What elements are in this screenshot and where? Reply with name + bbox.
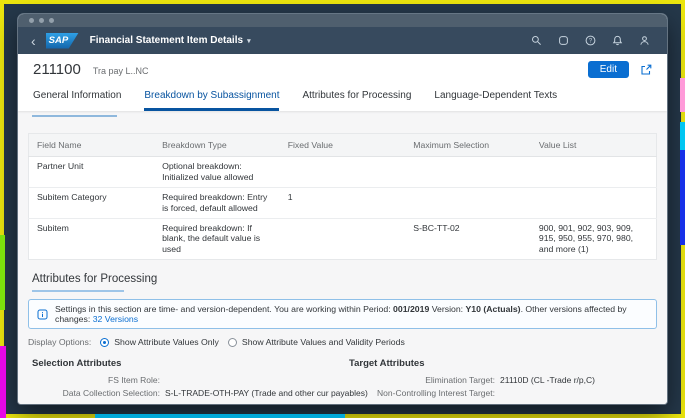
page-header: 211100 Tra pay L..NC Edit General Inform… [18, 54, 667, 111]
window-minimize-button[interactable] [39, 18, 44, 23]
breakdown-table: Field Name Breakdown Type Fixed Value Ma… [28, 133, 657, 261]
cell-breakdown-type: Required breakdown: If blank, the defaul… [154, 218, 280, 261]
cell-fixed-value [279, 218, 406, 261]
shell-header: ‹ SAP Financial Statement Item Details ▾… [18, 27, 667, 54]
window-maximize-button[interactable] [49, 18, 54, 23]
page-title: 211100 [33, 61, 81, 78]
table-row[interactable]: Subitem Required breakdown: If blank, th… [28, 218, 657, 261]
header-actions: Edit [587, 61, 652, 78]
cell-maximum-selection [405, 156, 531, 188]
radio-show-attribute-values-only[interactable]: Show Attribute Values Only [100, 337, 219, 347]
cell-field-name: Partner Unit [28, 156, 155, 188]
tab-breakdown-by-subassignment[interactable]: Breakdown by Subassignment [144, 90, 280, 111]
attributes-columns: Selection Attributes FS Item Role: Data … [28, 358, 657, 404]
field-label: FS Item Role: [108, 375, 160, 386]
versions-link[interactable]: 32 Versions [93, 314, 138, 324]
radio-label: Show Attribute Values Only [114, 337, 219, 348]
info-banner-text: Settings in this section are time- and v… [55, 304, 648, 324]
cell-breakdown-type: Required breakdown: Entry is forced, def… [154, 187, 280, 219]
shell-actions: ? [531, 35, 650, 46]
frame-glitch-strip [680, 78, 685, 112]
field-label: Currency Translation Selection: [28, 402, 160, 405]
app-title: Financial Statement Item Details [89, 35, 244, 46]
banner-text-prefix: Settings in this section are time- and v… [55, 304, 394, 315]
banner-version: Y10 (Actuals) [465, 304, 521, 315]
radio-unselected-icon [227, 337, 237, 347]
app-title-menu[interactable]: Financial Statement Item Details ▾ [90, 35, 251, 46]
cell-field-name: Subitem Category [28, 187, 155, 219]
column-header-value-list: Value List [530, 133, 657, 157]
info-banner: Settings in this section are time- and v… [28, 299, 657, 330]
svg-text:?: ? [589, 38, 593, 45]
field-value [500, 388, 657, 398]
column-header-maximum-selection: Maximum Selection [405, 133, 531, 157]
field-label: Planning Target: [345, 402, 495, 405]
display-options-row: Display Options: Show Attribute Values O… [28, 337, 657, 347]
table-row[interactable]: Partner Unit Optional breakdown: Initial… [28, 156, 657, 188]
section-underline [32, 290, 124, 293]
cell-fixed-value [279, 156, 406, 188]
chevron-down-icon: ▾ [247, 37, 251, 45]
page-content: Field Name Breakdown Type Fixed Value Ma… [18, 111, 667, 404]
cell-fixed-value: 1 [279, 187, 406, 219]
target-attributes-title: Target Attributes [349, 358, 425, 370]
table-row[interactable]: Subitem Category Required breakdown: Ent… [28, 187, 657, 219]
app-window: ‹ SAP Financial Statement Item Details ▾… [18, 14, 667, 404]
field-label: Elimination Target: [425, 375, 495, 386]
column-header-fixed-value: Fixed Value [279, 133, 406, 157]
tab-general-information[interactable]: General Information [33, 90, 121, 111]
copilot-icon[interactable] [558, 35, 569, 46]
banner-mid1: Version: [429, 304, 466, 315]
radio-show-values-and-validity-periods[interactable]: Show Attribute Values and Validity Perio… [227, 337, 405, 348]
field-value: 21110D (CL -Trade r/p,C) [500, 375, 595, 386]
help-icon[interactable]: ? [585, 35, 596, 46]
cell-field-name: Subitem [28, 218, 155, 261]
frame-glitch-strip [680, 150, 685, 245]
field-value [500, 402, 657, 405]
section-title-attributes-for-processing: Attributes for Processing [32, 273, 158, 286]
field-label: Non-Controlling Interest Target: [377, 388, 495, 399]
search-icon[interactable] [531, 35, 542, 46]
cell-maximum-selection: S-BC-TT-02 [405, 218, 531, 261]
tab-language-dependent-texts[interactable]: Language-Dependent Texts [434, 90, 557, 111]
frame-glitch-strip [95, 414, 345, 418]
frame-glitch-strip [680, 122, 685, 150]
tab-bar: General Information Breakdown by Subassi… [33, 90, 652, 111]
radio-selected-icon [100, 337, 110, 347]
frame-glitch-strip [0, 346, 6, 418]
table-header-row: Field Name Breakdown Type Fixed Value Ma… [28, 133, 657, 157]
cell-breakdown-type: Optional breakdown: Initialized value al… [154, 156, 280, 188]
cell-value-list: 900, 901, 902, 903, 909, 915, 950, 955, … [530, 218, 657, 261]
field-label: Data Collection Selection: [62, 388, 160, 399]
tab-attributes-for-processing[interactable]: Attributes for Processing [302, 90, 411, 111]
column-header-breakdown-type: Breakdown Type [154, 133, 280, 157]
open-in-new-icon[interactable] [640, 64, 652, 76]
frame-glitch-strip [0, 235, 5, 310]
window-titlebar [18, 14, 667, 27]
notifications-icon[interactable] [612, 35, 623, 46]
window-close-button[interactable] [29, 18, 34, 23]
target-attributes-group: Target Attributes Elimination Target: 21… [345, 358, 657, 404]
edit-button[interactable]: Edit [587, 61, 629, 78]
display-options-label: Display Options: [28, 337, 92, 348]
sap-logo: SAP [45, 32, 79, 49]
info-icon [37, 309, 48, 320]
radio-label: Show Attribute Values and Validity Perio… [241, 337, 405, 348]
cell-value-list [530, 187, 657, 219]
page-subtitle: Tra pay L..NC [92, 66, 149, 76]
profile-icon[interactable] [639, 35, 650, 46]
cell-value-list [530, 156, 657, 188]
cell-maximum-selection [405, 187, 531, 219]
column-header-field-name: Field Name [28, 133, 155, 157]
back-icon[interactable]: ‹ [31, 34, 36, 48]
scroll-indicator [32, 115, 117, 117]
banner-period: 001/2019 [393, 304, 430, 315]
